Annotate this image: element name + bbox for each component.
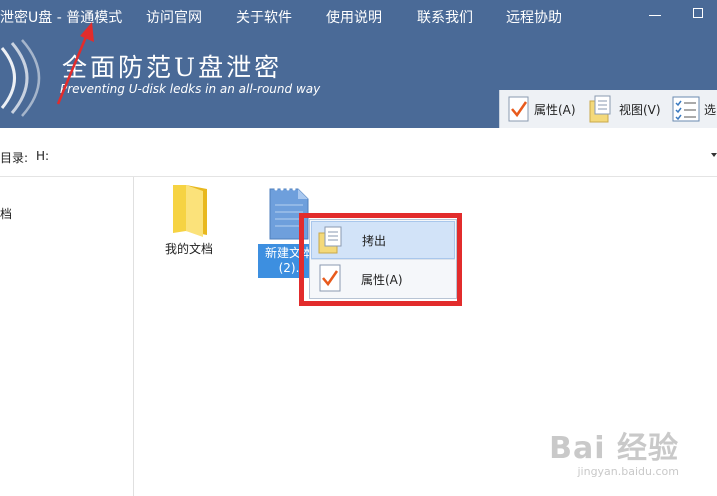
toolbar-view-button[interactable]: 视图(V): [589, 94, 661, 124]
file-item-my-documents[interactable]: 我的文档: [156, 183, 222, 257]
annotation-arrow-icon: [56, 22, 94, 105]
menu-about[interactable]: 关于软件: [236, 7, 292, 27]
menu-visit-website[interactable]: 访问官网: [146, 7, 202, 27]
toolbar: 属性(A) 视图(V) 选: [499, 90, 717, 128]
minimize-button[interactable]: [640, 2, 670, 24]
path-bar: 目录: H:: [0, 128, 717, 177]
checkmark-document-icon: [508, 96, 529, 122]
watermark: Bai 经验 jingyan.baidu.com: [549, 423, 679, 478]
view-folder-icon: [589, 95, 611, 123]
file-label: 我的文档: [164, 242, 213, 256]
folder-icon: [173, 185, 207, 237]
menu-contact[interactable]: 联系我们: [417, 7, 473, 27]
menu-remote-assist[interactable]: 远程协助: [506, 7, 562, 27]
path-label: 目录:: [0, 151, 29, 165]
watermark-logo: Bai 经验: [549, 431, 679, 466]
toolbar-select-button[interactable]: 选: [672, 94, 716, 124]
logo-signal-icon: [0, 39, 41, 117]
folder-tree: 档: [0, 177, 134, 496]
toolbar-properties-label: 属性(A): [534, 102, 576, 117]
minimize-icon: [649, 14, 661, 16]
annotation-highlight-box: [299, 213, 462, 306]
menu-help[interactable]: 使用说明: [326, 7, 382, 27]
checklist-icon: [672, 96, 700, 122]
maximize-button[interactable]: [683, 2, 713, 24]
maximize-icon: [693, 8, 703, 18]
toolbar-properties-button[interactable]: 属性(A): [508, 94, 576, 124]
path-value[interactable]: H:: [36, 149, 49, 163]
toolbar-view-label: 视图(V): [619, 102, 661, 117]
tree-item-documents[interactable]: 档: [0, 205, 12, 222]
toolbar-select-label: 选: [704, 102, 717, 117]
path-dropdown-arrow-icon[interactable]: [711, 153, 717, 157]
